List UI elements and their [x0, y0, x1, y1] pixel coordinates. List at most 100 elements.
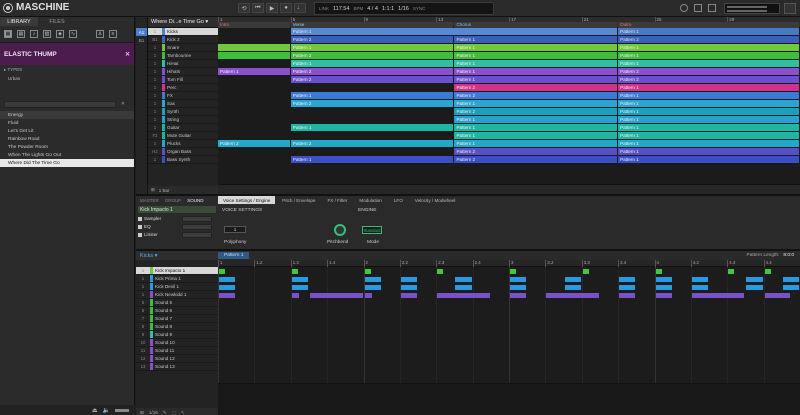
note-event[interactable] [400, 292, 418, 298]
note-event[interactable] [691, 292, 745, 298]
sound-row[interactable]: 1 Hihats [148, 68, 218, 76]
pattern-sound-row[interactable]: 1 Kick Devil 1 [136, 283, 218, 291]
sync-label[interactable]: SYNC [413, 6, 426, 11]
note-event[interactable] [291, 292, 299, 298]
arranger-clip[interactable] [218, 44, 290, 51]
tab-master[interactable]: MASTER [140, 198, 159, 203]
grid-value[interactable]: 1/16 [398, 6, 409, 12]
arranger-clip[interactable]: Pattern 1 [618, 60, 799, 67]
arranger-clip[interactable] [218, 52, 290, 59]
note-event[interactable] [655, 268, 662, 274]
arranger-clip[interactable]: Pattern 1 [618, 92, 799, 99]
user-content-icon[interactable]: ♙ [96, 30, 104, 38]
mode-selector[interactable]: Standard [362, 226, 382, 234]
grid-view-icon[interactable] [694, 4, 702, 12]
note-event[interactable] [746, 276, 763, 282]
instrument-icon[interactable]: ▥ [43, 30, 51, 38]
clear-search-icon[interactable]: ✕ [121, 101, 125, 107]
group-a1[interactable]: A1 [136, 28, 147, 36]
arranger-clip[interactable]: Pattern 1 [618, 84, 799, 91]
arranger-clip[interactable]: Pattern 1 [290, 44, 454, 51]
loop-button[interactable]: ⟲ [238, 3, 250, 13]
arranger-clip[interactable]: Pattern 1 [618, 116, 799, 123]
note-event[interactable] [364, 284, 381, 290]
sound-row[interactable]: 1 Bass Synth [148, 156, 218, 164]
sound-icon[interactable]: ♪ [30, 30, 38, 38]
time-signature[interactable]: 4 / 4 [367, 6, 378, 12]
note-event[interactable] [510, 292, 527, 298]
sound-row[interactable]: 1 FX [148, 92, 218, 100]
note-event[interactable] [510, 276, 527, 282]
autoload-icon[interactable]: ⏏ [92, 407, 98, 414]
note-event[interactable] [691, 284, 709, 290]
tab-files[interactable]: FILES [38, 17, 76, 26]
arranger-timeline[interactable]: 1 5 9 13 17 21 25 29 Intro Verse Chorus Outro [218, 17, 800, 28]
note-event[interactable] [564, 284, 581, 290]
pattern-length-value[interactable]: 8:0:0 [783, 253, 794, 258]
arranger-clip[interactable]: Pattern 2 [454, 84, 618, 91]
arranger-clip[interactable]: Pattern 2 [290, 140, 454, 147]
link-label[interactable]: LINK [319, 6, 329, 11]
note-event[interactable] [582, 268, 589, 274]
metronome-button[interactable]: ♩ [294, 3, 306, 13]
arranger-clip[interactable]: Pattern 2 [454, 92, 618, 99]
group-b1[interactable]: B1 [136, 36, 147, 44]
step-grid-value[interactable]: 1/16 [149, 410, 158, 415]
arranger-clip[interactable]: Pattern 2 [290, 36, 454, 43]
note-event[interactable] [782, 284, 799, 290]
sound-row[interactable]: F2 Mute Guitar [148, 132, 218, 140]
pattern-sound-row[interactable]: 5 Sound 5 [136, 299, 218, 307]
note-event[interactable] [510, 268, 516, 274]
tab-group[interactable]: GROUP [165, 198, 182, 203]
sound-row[interactable]: 1 Synth [148, 108, 218, 116]
arranger-clip[interactable]: Pattern 2 [618, 36, 799, 43]
tab-fx-filter[interactable]: FX / Filter [322, 196, 352, 204]
arranger-clip[interactable]: Pattern 1 [454, 76, 618, 83]
note-event[interactable] [619, 276, 636, 282]
arranger-clip[interactable]: Pattern 1 [618, 100, 799, 107]
note-event[interactable] [219, 284, 236, 290]
note-event[interactable] [728, 268, 735, 274]
pattern-slot[interactable]: Pattern 1 [218, 252, 250, 259]
play-button[interactable]: ▶ [266, 3, 278, 13]
sound-row[interactable]: 1 Snare [148, 44, 218, 52]
tab-library[interactable]: LIBRARY [0, 17, 38, 26]
pattern-sound-row[interactable]: 1 Kick Impacto 1 [136, 267, 218, 275]
note-event[interactable] [364, 276, 381, 282]
pattern-ruler[interactable]: 1 1.2 1.3 1.4 2 2.2 2.3 2.4 3 3.2 3.3 3.4 4 4.2 4.3 4.4 [218, 260, 800, 267]
note-event[interactable] [291, 284, 308, 290]
note-event[interactable] [455, 276, 472, 282]
plugin-slot-2[interactable]: EQ [138, 223, 212, 230]
arranger-clip[interactable]: Pattern 1 [618, 156, 799, 163]
sound-row[interactable]: 1 Plucks [148, 140, 218, 148]
arranger-clip[interactable]: Pattern 1 [454, 132, 618, 139]
sound-row[interactable]: B1 Kick 2 [148, 36, 218, 44]
pattern-sound-row[interactable]: 12 Sound 12 [136, 355, 218, 363]
tab-sound[interactable]: SOUND [187, 198, 203, 203]
pattern-sound-row[interactable]: 10 Sound 10 [136, 339, 218, 347]
arranger-clip[interactable]: Pattern 2 [290, 52, 454, 59]
sound-row[interactable]: H2 Organ Bass [148, 148, 218, 156]
note-event[interactable] [691, 276, 709, 282]
sound-row[interactable]: 1 Sax [148, 100, 218, 108]
pencil-icon[interactable]: ✎ [163, 410, 167, 415]
arranger-scrollbar[interactable] [218, 184, 800, 194]
arranger-clip[interactable]: Pattern 1 [454, 36, 618, 43]
note-event[interactable] [364, 292, 372, 298]
note-event[interactable] [291, 268, 298, 274]
arranger-clip[interactable]: Pattern 1 [290, 124, 454, 131]
arranger-clip[interactable]: Pattern 1 [454, 140, 618, 147]
arranger-clip[interactable]: Pattern 1 [618, 44, 799, 51]
tab-velocity-modwheel[interactable]: Velocity / Modwheel [410, 196, 461, 204]
arranger-clip[interactable]: Pattern 1 [454, 60, 618, 67]
note-event[interactable] [437, 268, 444, 274]
pattern-sound-row[interactable]: 13 Sound 13 [136, 363, 218, 371]
note-event[interactable] [437, 292, 490, 298]
arranger-clip[interactable]: Pattern 1 [618, 148, 799, 155]
pattern-sound-row[interactable]: 8 Sound 8 [136, 323, 218, 331]
arranger-clip[interactable]: Pattern 1 [618, 52, 799, 59]
arranger-clip[interactable]: Pattern 2 [454, 108, 618, 115]
arranger-clip[interactable]: Pattern 1 [454, 124, 618, 131]
list-item[interactable]: The Powder Room [0, 143, 134, 151]
note-event[interactable] [546, 292, 599, 298]
